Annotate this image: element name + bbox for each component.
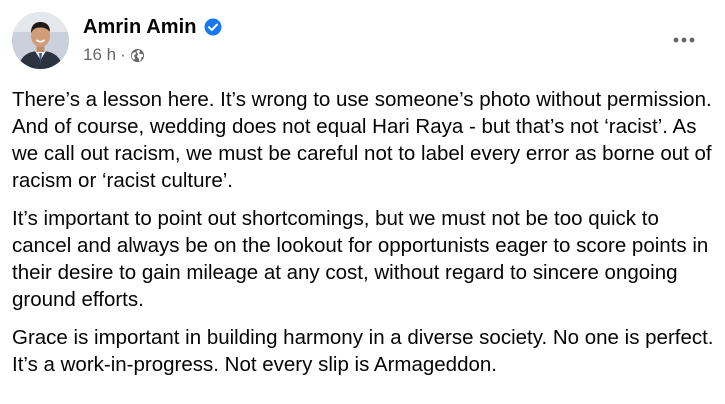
profile-photo [12,12,69,69]
post-timestamp[interactable]: 16 h [83,45,116,65]
facebook-post: Amrin Amin 16 h · There’s a lesson here.… [0,0,725,404]
more-options-icon [673,37,695,43]
post-paragraph: There’s a lesson here. It’s wrong to use… [12,88,712,192]
post-meta: 16 h · [83,44,145,66]
avatar[interactable] [12,12,69,69]
verified-badge-icon [204,18,222,36]
more-options-button[interactable] [664,24,704,56]
post-paragraph: It’s important to point out shortcomings… [12,207,709,311]
meta-separator: · [120,45,126,64]
post-paragraph: Grace is important in building harmony i… [12,326,714,376]
author-name[interactable]: Amrin Amin [83,16,197,39]
globe-icon[interactable] [130,48,145,63]
author-row: Amrin Amin [83,14,222,40]
post-body: There’s a lesson here. It’s wrong to use… [12,86,717,389]
